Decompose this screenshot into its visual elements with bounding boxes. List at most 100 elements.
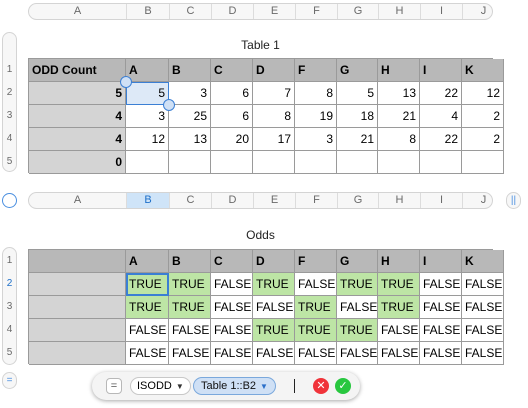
row-header-3[interactable]: 3	[3, 295, 16, 318]
odds-cell[interactable]: FALSE	[211, 273, 253, 296]
row-header-5[interactable]: 5	[3, 341, 16, 364]
row-header-1[interactable]: 1	[3, 249, 16, 272]
table1-cell[interactable]: 22	[420, 82, 462, 105]
odds-cell[interactable]: FALSE	[337, 296, 378, 319]
odds-cell[interactable]: TRUE	[126, 296, 169, 319]
odds-cell[interactable]: FALSE	[253, 342, 295, 365]
table1-header-odd-count[interactable]: ODD Count	[29, 59, 126, 82]
column-header-j[interactable]: J	[462, 193, 492, 208]
table1-row-count[interactable]: 4	[29, 128, 126, 151]
table1-header-cell[interactable]: G	[337, 59, 378, 82]
column-header-i[interactable]: I	[420, 4, 462, 19]
table1-cell[interactable]	[253, 151, 295, 174]
column-header-h[interactable]: H	[378, 4, 420, 19]
table1-cell[interactable]: 6	[211, 82, 253, 105]
table1-cell[interactable]: 8	[378, 128, 420, 151]
column-header-f[interactable]: F	[295, 4, 337, 19]
table1-cell[interactable]: 5	[337, 82, 378, 105]
table1-cell[interactable]: 6	[211, 105, 253, 128]
table1-cell[interactable]	[295, 151, 337, 174]
odds-cell[interactable]: TRUE	[337, 319, 378, 342]
odds-cell[interactable]: FALSE	[462, 319, 504, 342]
odds-cell[interactable]: FALSE	[295, 273, 337, 296]
odds-row-header[interactable]	[29, 319, 126, 342]
table1-header-cell[interactable]: C	[211, 59, 253, 82]
row-header-4[interactable]: 4	[3, 318, 16, 341]
row-header-3[interactable]: 3	[3, 104, 16, 127]
odds-cell[interactable]: TRUE	[378, 296, 420, 319]
column-header-a[interactable]: A	[29, 4, 126, 19]
column-header-g[interactable]: G	[337, 4, 378, 19]
odds-cell[interactable]: FALSE	[169, 319, 211, 342]
odds-cell[interactable]: FALSE	[337, 342, 378, 365]
column-header-b[interactable]: B	[126, 193, 169, 208]
column-header-f[interactable]: F	[295, 193, 337, 208]
odds-cell[interactable]: FALSE	[295, 342, 337, 365]
odds-row-header[interactable]	[29, 342, 126, 365]
odds-cell[interactable]: FALSE	[169, 342, 211, 365]
table1-cell[interactable]: 12	[462, 82, 504, 105]
odds-cell[interactable]: FALSE	[420, 342, 462, 365]
table1-cell[interactable]: 4	[420, 105, 462, 128]
table1-cell[interactable]: 17	[253, 128, 295, 151]
selection-handle-start[interactable]	[120, 76, 132, 88]
odds-header-cell[interactable]: C	[211, 250, 253, 273]
odds-cell[interactable]: FALSE	[126, 342, 169, 365]
table1-header-cell[interactable]: H	[378, 59, 420, 82]
odds-cell[interactable]: TRUE	[253, 319, 295, 342]
odds-cell[interactable]: TRUE	[169, 296, 211, 319]
odds-cell[interactable]: FALSE	[211, 319, 253, 342]
column-header-j[interactable]: J	[462, 4, 492, 19]
odds-cell[interactable]: TRUE	[378, 273, 420, 296]
column-header-b[interactable]: B	[126, 4, 169, 19]
table1-cell[interactable]	[420, 151, 462, 174]
rows-handle-icon[interactable]: =	[2, 372, 17, 389]
column-header-d[interactable]: D	[211, 4, 253, 19]
odds-cell[interactable]: FALSE	[211, 342, 253, 365]
table1-row-count[interactable]: 5	[29, 82, 126, 105]
table1-cell[interactable]: 21	[337, 128, 378, 151]
odds-header-cell[interactable]: K	[462, 250, 504, 273]
odds-cell[interactable]: FALSE	[253, 296, 295, 319]
table1-cell[interactable]: 2	[462, 128, 504, 151]
row-header-1[interactable]: 1	[3, 58, 16, 81]
table1-cell[interactable]: 8	[295, 82, 337, 105]
table1-header-cell[interactable]: D	[253, 59, 295, 82]
odds-header-cell[interactable]: F	[295, 250, 337, 273]
odds-cell[interactable]: FALSE	[462, 342, 504, 365]
table1-cell[interactable]: 3	[295, 128, 337, 151]
table1-cell[interactable]: 8	[253, 105, 295, 128]
column-header-c[interactable]: C	[169, 193, 211, 208]
row-header-2[interactable]: 2	[3, 272, 16, 295]
odds-header-cell[interactable]	[29, 250, 126, 273]
odds-header-cell[interactable]: B	[169, 250, 211, 273]
table1-header-cell[interactable]: K	[462, 59, 504, 82]
odds-cell[interactable]: TRUE	[126, 273, 169, 296]
table1-cell[interactable]: 12	[126, 128, 169, 151]
odds-cell[interactable]: FALSE	[420, 319, 462, 342]
column-header-c[interactable]: C	[169, 4, 211, 19]
add-table-circle-icon[interactable]	[2, 193, 17, 208]
odds-cell[interactable]: FALSE	[378, 342, 420, 365]
table1-cell[interactable]: 18	[337, 105, 378, 128]
odds-cell[interactable]: TRUE	[295, 296, 337, 319]
table1-header-cell[interactable]: B	[169, 59, 211, 82]
table1-cell[interactable]	[126, 151, 169, 174]
row-header-5[interactable]: 5	[3, 150, 16, 171]
odds-cell[interactable]: FALSE	[378, 319, 420, 342]
odds-header-cell[interactable]: D	[253, 250, 295, 273]
table1-cell[interactable]: 2	[462, 105, 504, 128]
table1-header-cell[interactable]: I	[420, 59, 462, 82]
odds-cell[interactable]: TRUE	[253, 273, 295, 296]
table1-cell[interactable]: 19	[295, 105, 337, 128]
odds-cell[interactable]: TRUE	[337, 273, 378, 296]
odds-cell[interactable]: FALSE	[462, 296, 504, 319]
column-header-a[interactable]: A	[29, 193, 126, 208]
cancel-icon[interactable]: ✕	[313, 378, 329, 394]
odds-cell[interactable]: FALSE	[126, 319, 169, 342]
table1-cell[interactable]: 22	[420, 128, 462, 151]
table1-cell[interactable]: 13	[378, 82, 420, 105]
selection-handle-end[interactable]	[163, 99, 175, 111]
table1-cell[interactable]	[378, 151, 420, 174]
table1-header-cell[interactable]: F	[295, 59, 337, 82]
